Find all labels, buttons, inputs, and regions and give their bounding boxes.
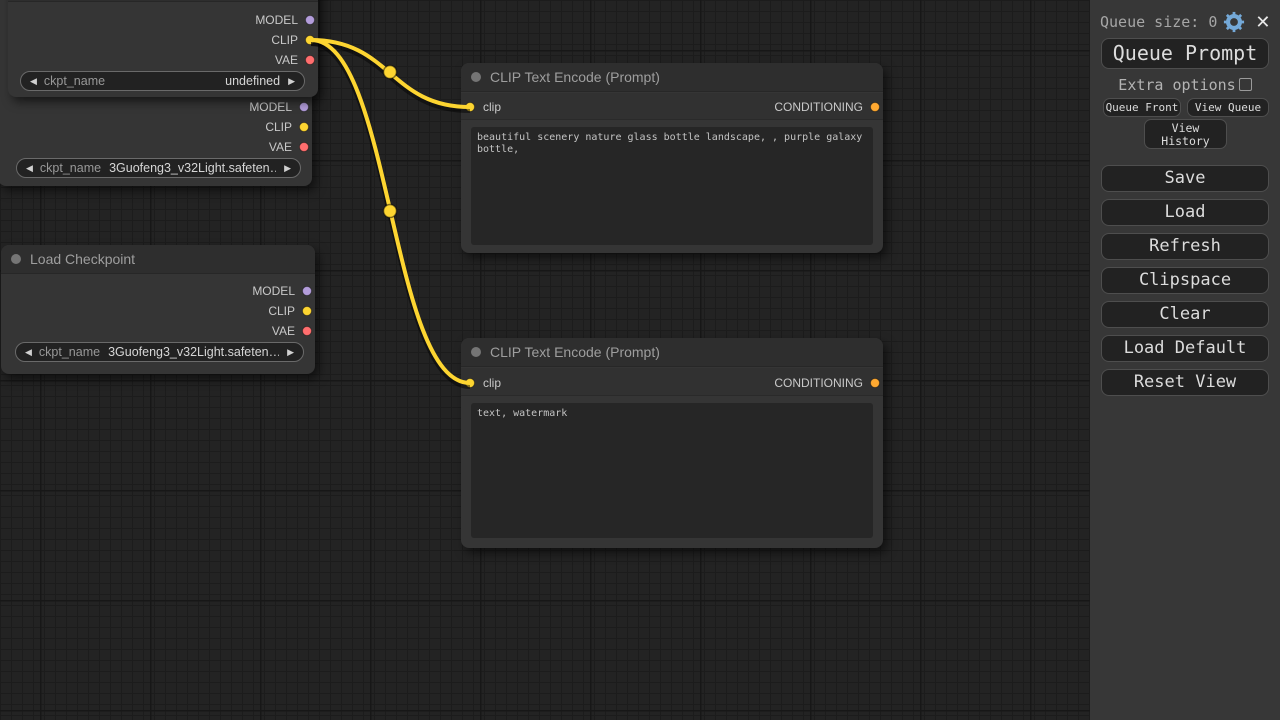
view-history-button[interactable]: ViewHistory [1144, 119, 1227, 149]
load-default-button[interactable]: Load Default [1101, 335, 1269, 362]
clip-output-slot[interactable] [305, 35, 315, 45]
queue-size-label: Queue size: 0 [1100, 13, 1217, 31]
clip-output-label: CLIP [271, 33, 298, 47]
conditioning-output-label: CONDITIONING [774, 100, 863, 114]
conditioning-output-row: CONDITIONING [774, 99, 880, 115]
node-status-dot-icon[interactable] [471, 72, 481, 82]
vae-output-slot[interactable] [299, 142, 309, 152]
clip-input-row: clip [465, 99, 501, 115]
conditioning-output-slot[interactable] [870, 378, 880, 388]
clip-output-row: CLIP [265, 119, 309, 135]
prompt-textarea[interactable]: beautiful scenery nature glass bottle la… [471, 127, 873, 245]
prev-arrow-icon[interactable]: ◀ [25, 348, 32, 357]
node-status-dot-icon[interactable] [471, 347, 481, 357]
widget-value: undefined [113, 74, 280, 88]
clip-link-wire-1[interactable] [311, 40, 470, 107]
queue-size-row: Queue size: 0 ✕ [1100, 10, 1274, 34]
vae-output-label: VAE [272, 324, 295, 338]
extra-options-checkbox[interactable] [1239, 78, 1252, 91]
widget-value: 3Guofeng3_v32Light.safeten… [108, 345, 279, 359]
model-output-slot[interactable] [305, 15, 315, 25]
model-output-row: MODEL [255, 12, 315, 28]
clip-output-row: CLIP [271, 32, 315, 48]
next-arrow-icon[interactable]: ▶ [284, 164, 291, 173]
model-output-label: MODEL [255, 13, 298, 27]
ckpt-name-widget[interactable]: ◀ ckpt_name 3Guofeng3_v32Light.safeten… … [15, 342, 304, 362]
prompt-textarea[interactable]: text, watermark [471, 403, 873, 538]
node-title-bar[interactable]: Load Checkpoint [1, 245, 315, 274]
extra-options-label: Extra options [1118, 76, 1235, 94]
clip-input-slot[interactable] [465, 378, 475, 388]
widget-label: ckpt_name [44, 74, 105, 88]
queue-prompt-button[interactable]: Queue Prompt [1101, 38, 1269, 69]
node-title: CLIP Text Encode (Prompt) [490, 344, 660, 360]
wire-shadow [311, 43, 470, 110]
clip-input-row: clip [465, 375, 501, 391]
clip-link-wire-2[interactable] [311, 40, 470, 383]
node-load-checkpoint-1[interactable]: MODEL CLIP VAE ◀ ckpt_name undefined ▶ [8, 0, 318, 97]
node-title: Load Checkpoint [30, 251, 135, 267]
node-title-bar[interactable]: CLIP Text Encode (Prompt) [461, 338, 883, 367]
node-title-bar[interactable] [8, 0, 318, 2]
view-queue-button[interactable]: View Queue [1187, 98, 1269, 117]
prev-arrow-icon[interactable]: ◀ [26, 164, 33, 173]
node-clip-text-encode-2[interactable]: CLIP Text Encode (Prompt) clip CONDITION… [461, 338, 883, 548]
clip-output-row: CLIP [268, 303, 312, 319]
ckpt-name-widget[interactable]: ◀ ckpt_name 3Guofeng3_v32Light.safeten… … [16, 158, 301, 178]
node-title-bar[interactable]: CLIP Text Encode (Prompt) [461, 63, 883, 92]
link-midpoint-dot[interactable] [384, 205, 397, 218]
vae-output-row: VAE [275, 52, 315, 68]
next-arrow-icon[interactable]: ▶ [287, 348, 294, 357]
extra-options-row: Extra options [1090, 76, 1280, 94]
vae-output-row: VAE [269, 139, 309, 155]
clip-input-slot[interactable] [465, 102, 475, 112]
queue-front-button[interactable]: Queue Front [1103, 98, 1181, 117]
vae-output-slot[interactable] [305, 55, 315, 65]
node-load-checkpoint-3[interactable]: Load Checkpoint MODEL CLIP VAE ◀ ckpt_na… [1, 245, 315, 374]
model-output-label: MODEL [249, 100, 292, 114]
vae-output-label: VAE [275, 53, 298, 67]
close-icon[interactable]: ✕ [1255, 12, 1270, 33]
next-arrow-icon[interactable]: ▶ [288, 77, 295, 86]
refresh-button[interactable]: Refresh [1101, 233, 1269, 260]
vae-output-row: VAE [272, 323, 312, 339]
clip-input-label: clip [483, 100, 501, 114]
view-history-line2: History [1161, 134, 1209, 148]
node-status-dot-icon[interactable] [11, 254, 21, 264]
model-output-label: MODEL [252, 284, 295, 298]
widget-label: ckpt_name [40, 161, 101, 175]
clip-output-label: CLIP [268, 304, 295, 318]
load-button[interactable]: Load [1101, 199, 1269, 226]
clear-button[interactable]: Clear [1101, 301, 1269, 328]
model-output-row: MODEL [249, 99, 309, 115]
clipspace-button[interactable]: Clipspace [1101, 267, 1269, 294]
comfy-menu: Queue size: 0 ✕ Queue Prompt Extra optio… [1090, 0, 1280, 720]
conditioning-output-row: CONDITIONING [774, 375, 880, 391]
node-title: CLIP Text Encode (Prompt) [490, 69, 660, 85]
wire-shadow [311, 43, 470, 386]
prev-arrow-icon[interactable]: ◀ [30, 77, 37, 86]
vae-output-label: VAE [269, 140, 292, 154]
link-midpoint-dot[interactable] [384, 66, 397, 79]
save-button[interactable]: Save [1101, 165, 1269, 192]
reset-view-button[interactable]: Reset View [1101, 369, 1269, 396]
clip-output-slot[interactable] [302, 306, 312, 316]
model-output-slot[interactable] [299, 102, 309, 112]
widget-value: 3Guofeng3_v32Light.safeten… [109, 161, 276, 175]
clip-input-label: clip [483, 376, 501, 390]
conditioning-output-label: CONDITIONING [774, 376, 863, 390]
gear-icon[interactable] [1223, 11, 1245, 33]
comfyui-canvas[interactable]: MODEL CLIP VAE ◀ ckpt_name 3Guofeng3_v32… [0, 0, 1280, 720]
node-clip-text-encode-1[interactable]: CLIP Text Encode (Prompt) clip CONDITION… [461, 63, 883, 253]
widget-label: ckpt_name [39, 345, 100, 359]
clip-output-slot[interactable] [299, 122, 309, 132]
ckpt-name-widget[interactable]: ◀ ckpt_name undefined ▶ [20, 71, 305, 91]
vae-output-slot[interactable] [302, 326, 312, 336]
model-output-row: MODEL [252, 283, 312, 299]
conditioning-output-slot[interactable] [870, 102, 880, 112]
clip-output-label: CLIP [265, 120, 292, 134]
view-history-line1: View [1172, 121, 1200, 135]
model-output-slot[interactable] [302, 286, 312, 296]
